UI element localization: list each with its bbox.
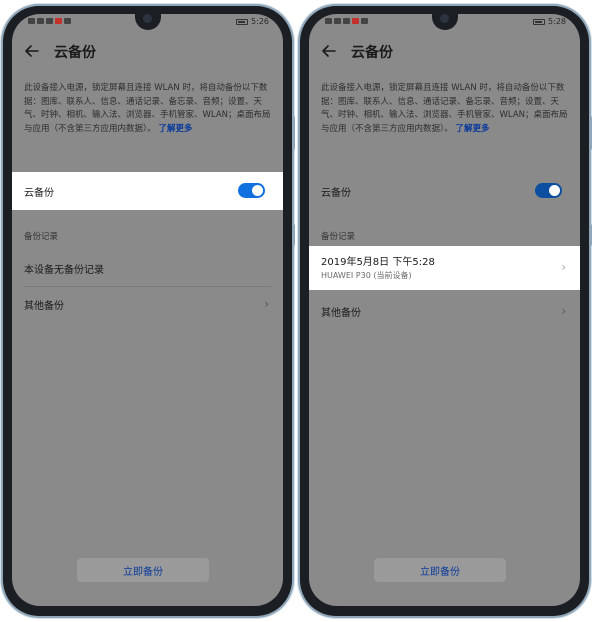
page-title: 云备份: [351, 45, 393, 61]
status-icons: [28, 18, 71, 24]
chevron-right-icon: ›: [561, 260, 566, 274]
status-bar: 5:26: [12, 14, 283, 30]
description-text: 此设备接入电源，锁定屏幕且连接 WLAN 时，将自动备份以下数据：图库、联系人、…: [321, 83, 568, 134]
screen-left: 5:26 云备份 此设备接入电源，锁定屏幕且连接 WLAN 时，将自动备份以下数…: [12, 14, 283, 606]
cloud-backup-toggle[interactable]: [238, 183, 265, 198]
cloud-icon: [343, 18, 350, 24]
notification-icon: [55, 18, 62, 24]
volume-key: [292, 116, 295, 150]
backup-now-button[interactable]: 立即备份: [77, 558, 209, 582]
toggle-knob: [549, 185, 560, 196]
back-arrow-icon[interactable]: [321, 43, 337, 59]
signal-icon: [325, 18, 332, 24]
cloud-backup-label: 云备份: [321, 187, 351, 199]
status-icons: [325, 18, 368, 24]
back-arrow-icon[interactable]: [24, 43, 40, 59]
other-backups-label: 其他备份: [24, 300, 64, 312]
learn-more-link[interactable]: 了解更多: [455, 124, 489, 134]
cloud-backup-row[interactable]: 云备份: [12, 172, 283, 210]
status-right: 5:28: [533, 17, 566, 26]
app-bar: 云备份: [309, 36, 580, 66]
volume-key: [589, 116, 592, 150]
shield-icon: [64, 18, 71, 24]
chevron-right-icon: ›: [264, 297, 269, 311]
wifi-icon: [334, 18, 341, 24]
backup-description: 此设备接入电源，锁定屏幕且连接 WLAN 时，将自动备份以下数据：图库、联系人、…: [321, 82, 568, 136]
screen-right: 5:28 云备份 此设备接入电源，锁定屏幕且连接 WLAN 时，将自动备份以下数…: [309, 14, 580, 606]
other-backups-row[interactable]: 其他备份 ›: [12, 287, 283, 321]
battery-icon: [533, 18, 546, 25]
backup-now-button[interactable]: 立即备份: [374, 558, 506, 582]
cloud-icon: [46, 18, 53, 24]
notification-icon: [352, 18, 359, 24]
chevron-right-icon: ›: [561, 304, 566, 318]
app-bar: 云备份: [12, 36, 283, 66]
phone-left: 5:26 云备份 此设备接入电源，锁定屏幕且连接 WLAN 时，将自动备份以下数…: [3, 6, 295, 616]
backup-record-date: 2019年5月8日 下午5:28: [321, 257, 435, 268]
no-backup-row: 本设备无备份记录: [12, 250, 283, 286]
signal-icon: [28, 18, 35, 24]
other-backups-row[interactable]: 其他备份 ›: [309, 294, 580, 328]
backup-record-device: HUAWEI P30 (当前设备): [321, 271, 412, 280]
status-right: 5:26: [236, 17, 269, 26]
phone-right: 5:28 云备份 此设备接入电源，锁定屏幕且连接 WLAN 时，将自动备份以下数…: [300, 6, 592, 616]
comparison-canvas: 5:26 云备份 此设备接入电源，锁定屏幕且连接 WLAN 时，将自动备份以下数…: [0, 0, 600, 622]
shield-icon: [361, 18, 368, 24]
backup-description: 此设备接入电源，锁定屏幕且连接 WLAN 时，将自动备份以下数据：图库、联系人、…: [24, 82, 271, 136]
wifi-icon: [37, 18, 44, 24]
backup-records-header: 备份记录: [24, 232, 59, 242]
power-key: [292, 224, 295, 246]
backup-records-header: 备份记录: [321, 232, 356, 242]
no-backup-text: 本设备无备份记录: [24, 264, 104, 276]
page-title: 云备份: [54, 45, 96, 61]
power-key: [589, 224, 592, 246]
description-text: 此设备接入电源，锁定屏幕且连接 WLAN 时，将自动备份以下数据：图库、联系人、…: [24, 83, 271, 134]
status-bar: 5:28: [309, 14, 580, 30]
toggle-knob: [252, 185, 263, 196]
backup-record-item[interactable]: 2019年5月8日 下午5:28 HUAWEI P30 (当前设备) ›: [309, 246, 580, 290]
cloud-backup-row[interactable]: 云备份: [309, 172, 580, 210]
battery-icon: [236, 18, 249, 25]
status-time: 5:26: [251, 17, 269, 26]
status-time: 5:28: [548, 17, 566, 26]
cloud-backup-label: 云备份: [24, 187, 54, 199]
other-backups-label: 其他备份: [321, 307, 361, 319]
learn-more-link[interactable]: 了解更多: [158, 124, 192, 134]
cloud-backup-toggle[interactable]: [535, 183, 562, 198]
